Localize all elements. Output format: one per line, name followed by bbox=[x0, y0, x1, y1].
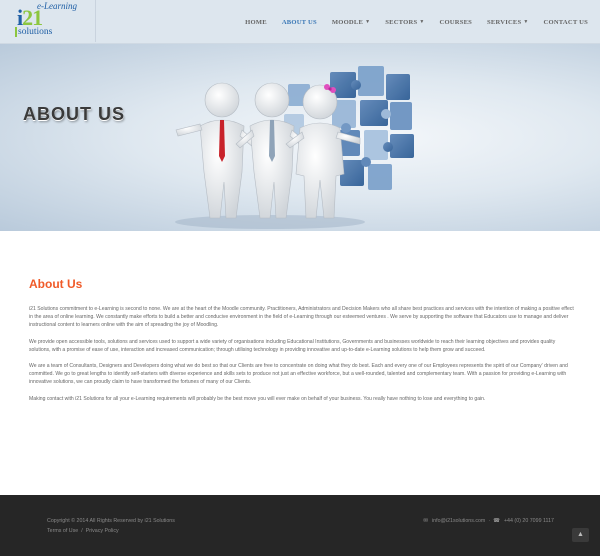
caret-down-icon: ▼ bbox=[419, 19, 425, 25]
contact-phone: +44 (0) 20 7099 1117 bbox=[503, 518, 554, 524]
section-heading: About Us bbox=[29, 277, 83, 291]
link-separator: / bbox=[81, 528, 83, 534]
paragraph-contact: Making contact with i21 Solutions for al… bbox=[29, 395, 486, 402]
site-header: e-Learning i21 solutions HOME ABOUT US M… bbox=[0, 0, 600, 44]
terms-link[interactable]: Terms of Use bbox=[47, 528, 78, 534]
caret-down-icon: ▼ bbox=[523, 19, 529, 25]
nav-moodle[interactable]: MOODLE ▼ bbox=[332, 19, 370, 26]
back-to-top-button[interactable]: ▲ bbox=[572, 528, 589, 542]
nav-services[interactable]: SERVICES ▼ bbox=[487, 19, 529, 26]
footer-contact: ✉ info@i21solutions.com · ☎ +44 (0) 20 7… bbox=[423, 518, 554, 524]
paragraph-team: We are a team of Consultants, Designers … bbox=[29, 363, 568, 385]
site-footer: Copyright © 2014 All Rights Reserved by … bbox=[0, 495, 600, 556]
chevron-up-icon: ▲ bbox=[577, 531, 584, 538]
footer-links: Terms of Use / Privacy Policy bbox=[47, 528, 119, 534]
nav-about-us[interactable]: ABOUT US bbox=[282, 19, 317, 26]
nav-courses[interactable]: COURSES bbox=[439, 19, 472, 26]
main-nav: HOME ABOUT US MOODLE ▼ SECTORS ▼ COURSES S… bbox=[245, 0, 588, 44]
nav-home[interactable]: HOME bbox=[245, 19, 267, 26]
contact-divider: · bbox=[488, 518, 491, 524]
paragraph-intro: i21 Solutions commitment to e-Learning i… bbox=[29, 306, 574, 328]
hero-title: ABOUT US bbox=[23, 104, 125, 124]
hero-banner: ABOUT US bbox=[0, 44, 600, 231]
logo-accent-bar bbox=[15, 27, 17, 37]
team-puzzle-illustration bbox=[175, 66, 414, 229]
phone-icon: ☎ bbox=[493, 518, 500, 524]
figure-red-tie bbox=[175, 82, 259, 219]
logo-tagline: e-Learning bbox=[37, 1, 77, 11]
copyright-text: Copyright © 2014 All Rights Reserved by … bbox=[47, 518, 175, 524]
nav-sectors[interactable]: SECTORS ▼ bbox=[385, 19, 424, 26]
site-logo[interactable]: e-Learning i21 solutions bbox=[0, 0, 96, 42]
logo-wordmark: solutions bbox=[18, 27, 53, 37]
about-content: About Us i21 Solutions commitment to e-L… bbox=[29, 277, 574, 411]
caret-down-icon: ▼ bbox=[365, 19, 371, 25]
nav-contact-us[interactable]: CONTACT US bbox=[544, 19, 588, 26]
privacy-link[interactable]: Privacy Policy bbox=[86, 528, 119, 534]
contact-email[interactable]: info@i21solutions.com bbox=[432, 518, 485, 524]
envelope-icon: ✉ bbox=[423, 518, 428, 524]
paragraph-tools: We provide open accessible tools, soluti… bbox=[29, 338, 556, 353]
